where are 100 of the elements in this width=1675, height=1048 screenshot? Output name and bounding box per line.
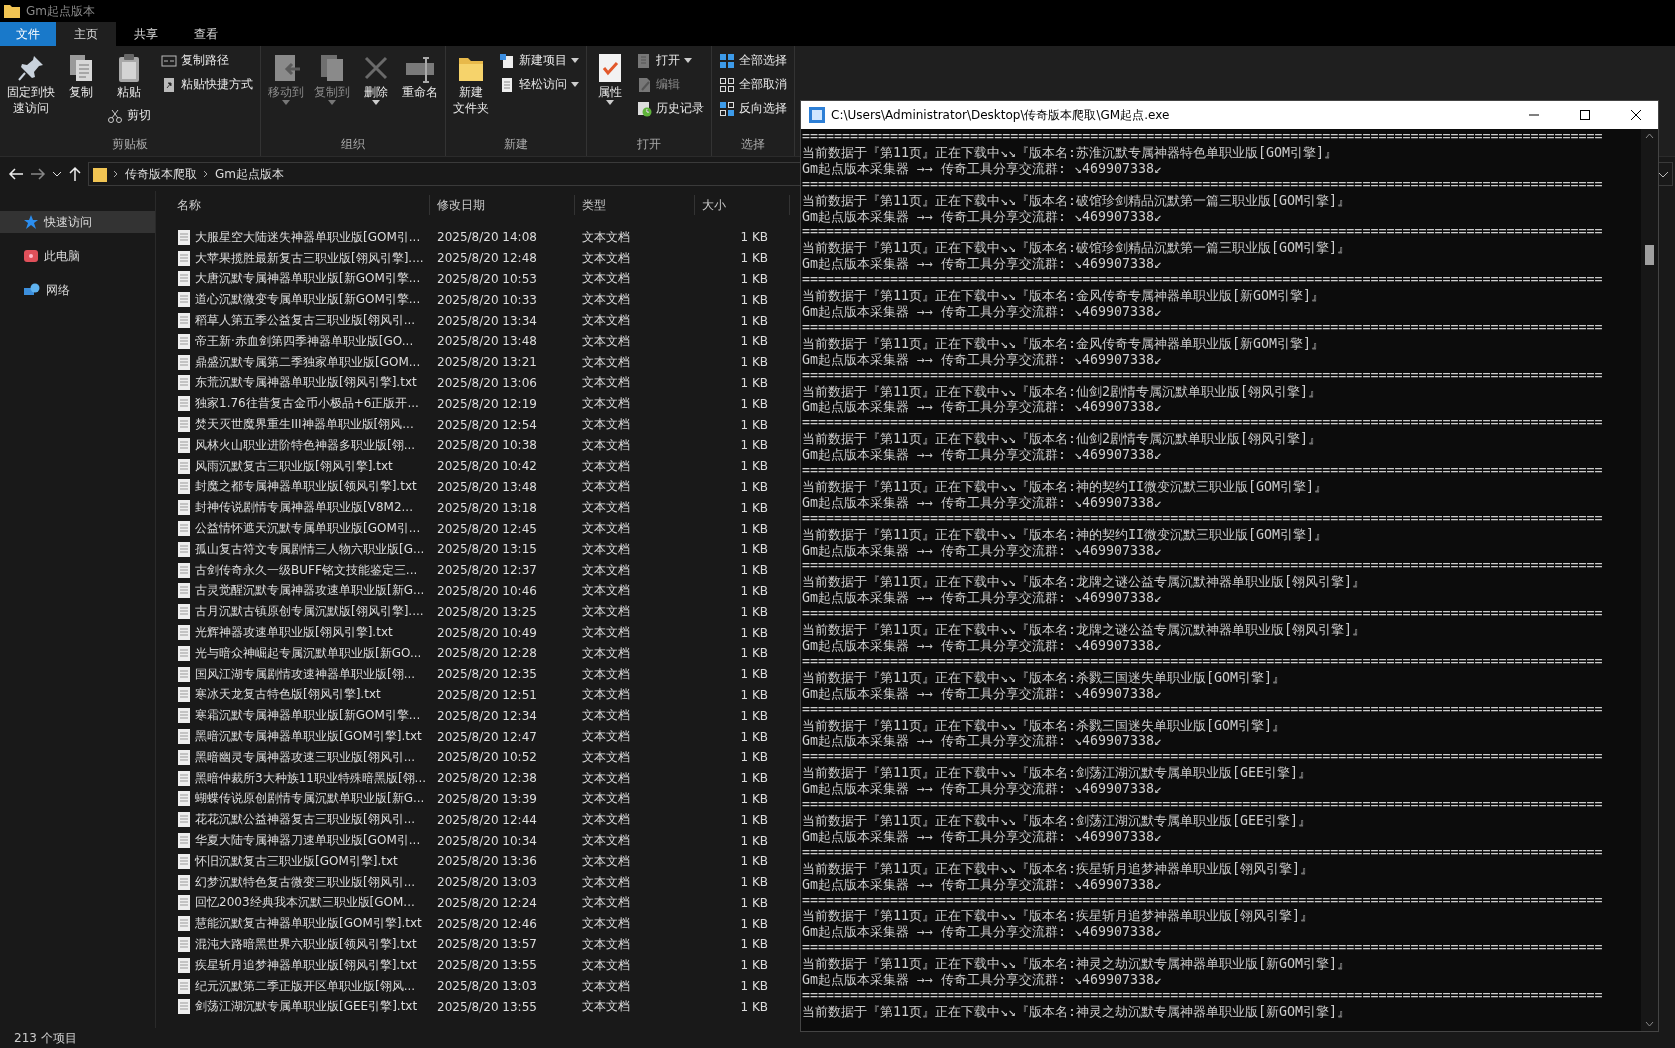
console-line: 当前数据于『第11页』正在下载中↘↘『版本名:苏淮沉默专属神器特色单职业版[GOM引擎]』 xyxy=(802,144,1339,161)
type-cell-text: 文本文档 xyxy=(581,915,631,933)
type-cell-text: 文本文档 xyxy=(581,249,631,267)
group-label: 剪贴板 xyxy=(111,136,149,153)
size-cell-text: 1 KB xyxy=(739,417,769,432)
type-cell-text: 文本文档 xyxy=(581,228,631,246)
console-line: ==================================================================================================== xyxy=(802,892,1604,909)
type-cell-text: 文本文档 xyxy=(581,998,631,1016)
console-line: ==================================================================================================== xyxy=(802,415,1604,432)
console-line: 当前数据于『第11页』正在下载中↘↘『版本名:剑荡江湖沉默专属单职业版[GEE引擎]』 xyxy=(802,812,1313,829)
date-cell-text: 2025/8/20 13:06 xyxy=(436,375,538,390)
date-cell-text: 2025/8/20 10:33 xyxy=(436,292,538,307)
console-line: Gm起点版本采集器 →→ 传奇工具分享交流群: ↘469907338↙ xyxy=(802,733,1164,750)
date-cell-text: 2025/8/20 10:46 xyxy=(436,583,538,598)
type-cell-text: 文本文档 xyxy=(581,395,631,413)
console-line: ==================================================================================================== xyxy=(802,272,1604,289)
group-label: 打开 xyxy=(636,136,662,153)
type-cell-text: 文本文档 xyxy=(581,873,631,891)
size-cell-text: 1 KB xyxy=(739,251,769,266)
type-cell-text: 文本文档 xyxy=(581,520,631,538)
console-line: Gm起点版本采集器 →→ 传奇工具分享交流群: ↘469907338↙ xyxy=(802,303,1164,320)
console-line: ==================================================================================================== xyxy=(802,367,1604,384)
type-cell-text: 文本文档 xyxy=(581,624,631,642)
size-cell-text: 1 KB xyxy=(739,729,769,744)
size-cell-text: 1 KB xyxy=(739,916,769,931)
size-cell-text: 1 KB xyxy=(739,604,769,619)
date-cell-text: 2025/8/20 13:48 xyxy=(436,334,538,349)
console-line: 当前数据于『第11页』正在下载中↘↘『版本名:龙牌之谜公益专属沉默神器单职业版[翎风引擎]』 xyxy=(802,622,1367,638)
console-line: 当前数据于『第11页』正在下载中↘↘『版本名:神的契约II微变沉默三职业版[GOM引擎]』 xyxy=(802,526,1329,543)
console-line: 当前数据于『第11页』正在下载中↘↘『版本名:杀戮三国迷失单职业版[GOM引擎]』 xyxy=(802,717,1287,734)
console-line: Gm起点版本采集器 →→ 传奇工具分享交流群: ↘469907338↙ xyxy=(802,542,1164,559)
item-count: 213 个项目 xyxy=(14,1029,77,1047)
date-cell-text: 2025/8/20 12:47 xyxy=(436,729,538,744)
size-cell-text: 1 KB xyxy=(739,521,769,536)
date-cell-text: 2025/8/20 13:39 xyxy=(436,791,538,806)
console-line: 当前数据于『第11页』正在下载中↘↘『版本名:杀戮三国迷失单职业版[GOM引擎]』 xyxy=(802,669,1287,686)
console-line: 当前数据于『第11页』正在下载中↘↘『版本名:破馆珍剑精品沉默第一篇三职业版[GOM引擎]』 xyxy=(802,240,1352,257)
console-line: ==================================================================================================== xyxy=(802,510,1604,527)
type-cell-text: 文本文档 xyxy=(581,603,631,621)
console-line: ==================================================================================================== xyxy=(802,701,1604,718)
sidebar-label: 网络 xyxy=(46,281,70,299)
size-cell-text: 1 KB xyxy=(739,355,769,370)
console-line: 当前数据于『第11页』正在下载中↘↘『版本名:疾星斩月追梦神器单职业版[翎风引擎]』 xyxy=(802,908,1315,925)
type-cell-text: 文本文档 xyxy=(581,436,631,454)
date-cell-text: 2025/8/20 10:53 xyxy=(436,272,538,286)
type-cell-text: 文本文档 xyxy=(581,769,631,787)
date-cell-text: 2025/8/20 12:24 xyxy=(436,895,538,910)
type-cell-text: 文本文档 xyxy=(581,665,631,683)
date-cell-text: 2025/8/20 10:42 xyxy=(436,459,538,474)
date-cell-text: 2025/8/20 14:08 xyxy=(436,230,538,245)
type-cell-text: 文本文档 xyxy=(581,332,631,350)
size-cell-text: 1 KB xyxy=(739,958,769,973)
size-cell-text: 1 KB xyxy=(739,646,769,661)
console-line: ==================================================================================================== xyxy=(802,606,1604,623)
type-cell-text: 文本文档 xyxy=(581,644,631,662)
console-line: ==================================================================================================== xyxy=(802,749,1604,766)
type-cell-text: 文本文档 xyxy=(581,852,631,870)
type-cell-text: 文本文档 xyxy=(581,353,631,371)
date-cell-text: 2025/8/20 12:46 xyxy=(436,916,538,931)
date-cell-text: 2025/8/20 13:55 xyxy=(436,958,538,973)
date-cell-text: 2025/8/20 10:52 xyxy=(436,750,538,765)
console-line: Gm起点版本采集器 →→ 传奇工具分享交流群: ↘469907338↙ xyxy=(802,447,1164,464)
size-cell-text: 1 KB xyxy=(739,542,769,557)
size-cell-text: 1 KB xyxy=(739,895,769,910)
size-cell-text: 1 KB xyxy=(739,230,769,245)
type-cell-text: 文本文档 xyxy=(581,582,631,600)
date-cell-text: 2025/8/20 12:35 xyxy=(436,667,538,682)
size-cell-text: 1 KB xyxy=(739,999,769,1014)
size-cell-text: 1 KB xyxy=(739,272,769,286)
type-cell-text: 文本文档 xyxy=(581,291,631,309)
sidebar-label: 快速访问 xyxy=(44,213,92,231)
size-cell-text: 1 KB xyxy=(739,396,769,411)
console-line: Gm起点版本采集器 →→ 传奇工具分享交流群: ↘469907338↙ xyxy=(802,399,1164,416)
date-cell-text: 2025/8/20 13:55 xyxy=(436,999,538,1014)
size-cell-text: 1 KB xyxy=(739,334,769,349)
type-cell-text: 文本文档 xyxy=(581,728,631,745)
date-cell-text: 2025/8/20 13:18 xyxy=(436,500,538,515)
type-cell-text: 文本文档 xyxy=(581,811,631,829)
date-cell-text: 2025/8/20 13:48 xyxy=(436,479,538,494)
console-line: ==================================================================================================== xyxy=(802,844,1604,861)
type-cell-text: 文本文档 xyxy=(581,416,631,434)
console-line: Gm起点版本采集器 →→ 传奇工具分享交流群: ↘469907338↙ xyxy=(802,208,1164,225)
type-cell-text: 文本文档 xyxy=(581,478,631,496)
size-cell-text: 1 KB xyxy=(739,979,769,994)
console-line: 当前数据于『第11页』正在下载中↘↘『版本名:疾星斩月追梦神器单职业版[翎风引擎]』 xyxy=(802,860,1315,877)
console-line: ==================================================================================================== xyxy=(802,319,1604,336)
size-cell-text: 1 KB xyxy=(739,750,769,765)
console-line: Gm起点版本采集器 →→ 传奇工具分享交流群: ↘469907338↙ xyxy=(802,256,1164,273)
size-cell-text: 1 KB xyxy=(739,875,769,890)
date-cell-text: 2025/8/20 10:49 xyxy=(436,625,538,640)
date-cell-text: 2025/8/20 12:34 xyxy=(436,708,538,723)
console-line: 当前数据于『第11页』正在下载中↘↘『版本名:剑荡江湖沉默专属单职业版[GEE引擎]』 xyxy=(802,765,1313,782)
type-cell-text: 文本文档 xyxy=(581,561,631,579)
sidebar-label: 此电脑 xyxy=(44,247,80,265)
type-cell-text: 文本文档 xyxy=(581,894,631,912)
type-cell-text: 文本文档 xyxy=(581,270,631,288)
date-cell-text: 2025/8/20 13:57 xyxy=(436,937,538,952)
size-cell-text: 1 KB xyxy=(739,812,769,827)
date-cell-text: 2025/8/20 12:48 xyxy=(436,251,538,266)
console-line: 当前数据于『第11页』正在下载中↘↘『版本名:仙剑2剧情专属沉默单职业版[翎风引擎]』 xyxy=(802,431,1323,448)
